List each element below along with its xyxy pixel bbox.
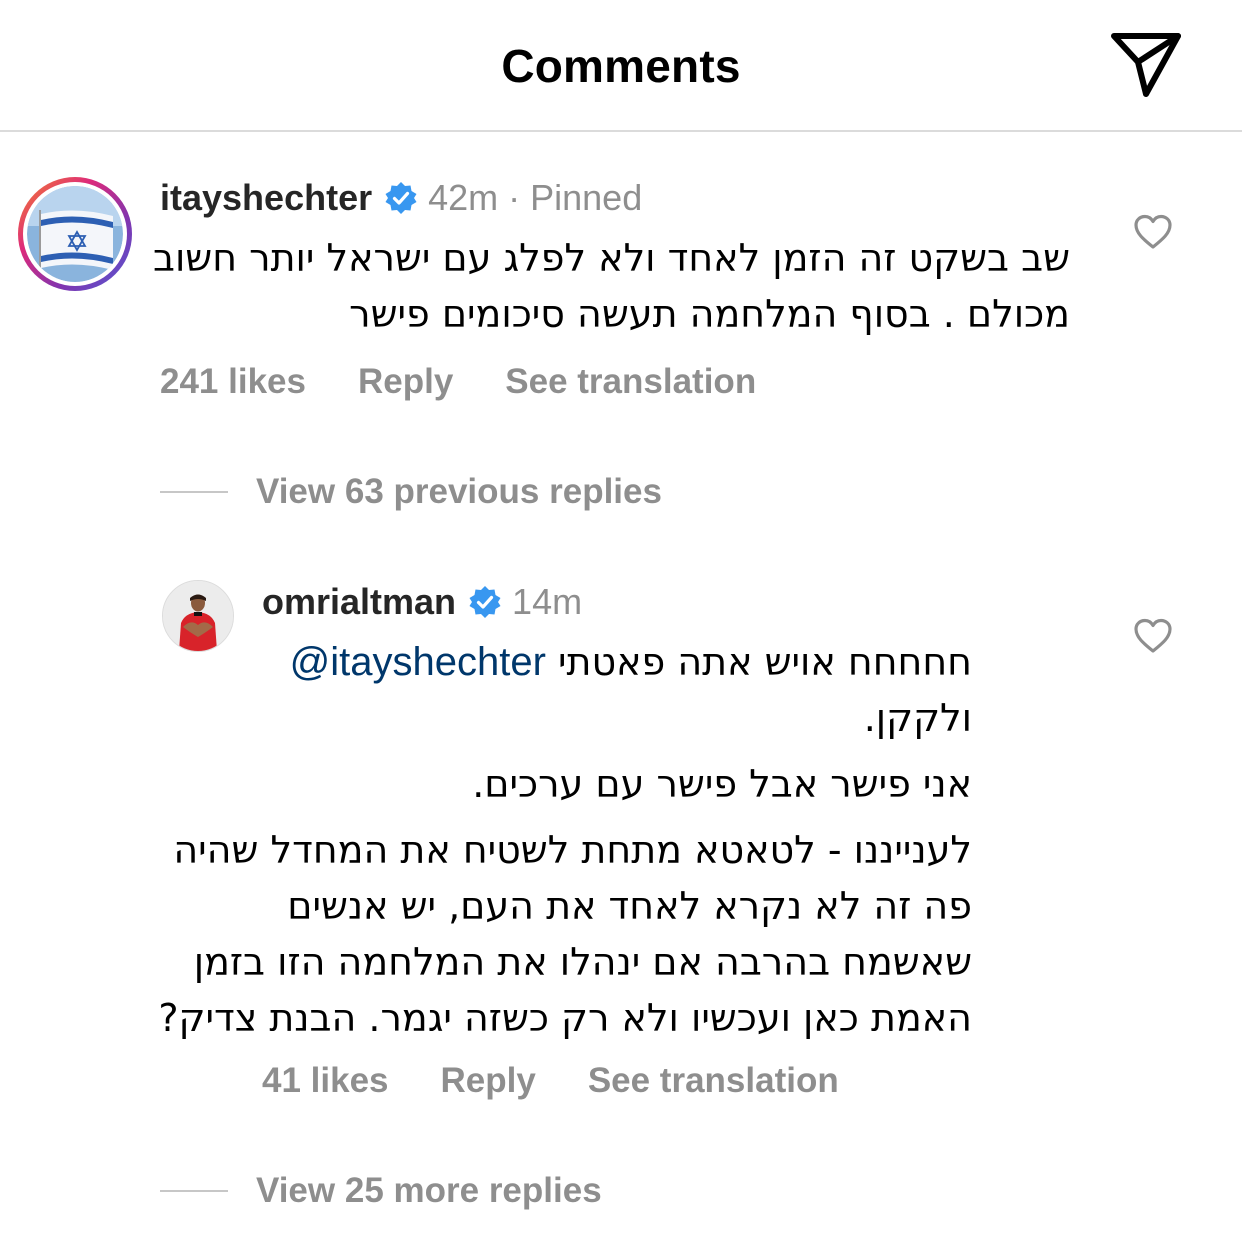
reply-line: ולקקן. <box>863 696 972 740</box>
verified-badge-icon <box>469 586 501 618</box>
reply-button[interactable]: Reply <box>358 360 453 404</box>
heart-icon[interactable] <box>1133 214 1173 250</box>
comments-header: Comments <box>0 0 1242 132</box>
comment-actions: 241 likes Reply See translation <box>160 360 756 404</box>
reply-line: לענייננו - לטאטא מתחת לשטיח את המחדל שהי… <box>173 828 972 872</box>
see-translation-button[interactable]: See translation <box>588 1059 839 1103</box>
player-photo-icon <box>163 581 233 651</box>
reply-line: האמת כאן ועכשיו ולא רק כשזה יגמר. הבנת צ… <box>158 996 972 1040</box>
reply-line: חחחחח אויש אתה פאטתי @itayshechter <box>252 634 972 690</box>
reply-time: 14m <box>512 581 583 622</box>
see-translation-button[interactable]: See translation <box>505 360 756 404</box>
reply-header: omrialtman 14m <box>262 580 582 624</box>
reply-text: חחחחח אויש אתה פאטתי @itayshechter ולקקן… <box>158 634 972 1046</box>
reply-line: שאשמח בהרבה אם ינהלו את המלחמה הזו בזמן <box>193 940 972 984</box>
reply-line: אני פישר אבל פישר עם ערכים. <box>472 762 972 806</box>
view-more-replies-button[interactable]: View 25 more replies <box>160 1169 602 1213</box>
heart-icon[interactable] <box>1133 618 1173 654</box>
comment-line: שב בשקט זה הזמן לאחד ולא לפלג עם ישראל י… <box>152 236 1070 280</box>
reply-line: פה זה לא נקרא לאחד את העם, יש אנשים <box>287 884 972 928</box>
divider-line <box>160 491 228 493</box>
divider-line <box>160 1190 228 1192</box>
israel-flag-icon <box>27 186 123 282</box>
avatar-itayshechter[interactable] <box>18 177 132 291</box>
reply-line-text: חחחחח אויש אתה פאטתי <box>558 640 972 684</box>
likes-count[interactable]: 241 likes <box>160 360 306 404</box>
verified-badge-icon <box>385 182 417 214</box>
username[interactable]: omrialtman <box>262 580 456 624</box>
comment-line: מכולם . בסוף המלחמה תעשה סיכומים פישר <box>349 292 1070 336</box>
comment-header: itayshechter 42m · Pinned <box>160 176 642 220</box>
page-title: Comments <box>501 40 741 92</box>
view-previous-replies-button[interactable]: View 63 previous replies <box>160 470 662 514</box>
username[interactable]: itayshechter <box>160 176 372 220</box>
reply-actions: 41 likes Reply See translation <box>262 1059 839 1103</box>
view-previous-replies-label: View 63 previous replies <box>256 472 662 511</box>
paper-plane-icon[interactable] <box>1108 30 1184 100</box>
comment-time: 42m <box>428 177 499 218</box>
comment-text: שב בשקט זה הזמן לאחד ולא לפלג עם ישראל י… <box>150 230 1070 342</box>
mention-link[interactable]: @itayshechter <box>290 640 546 684</box>
pinned-label: · Pinned <box>508 177 643 218</box>
reply-button[interactable]: Reply <box>441 1059 536 1103</box>
avatar-omrialtman[interactable] <box>162 580 234 652</box>
likes-count[interactable]: 41 likes <box>262 1059 389 1103</box>
view-more-replies-label: View 25 more replies <box>256 1171 602 1210</box>
